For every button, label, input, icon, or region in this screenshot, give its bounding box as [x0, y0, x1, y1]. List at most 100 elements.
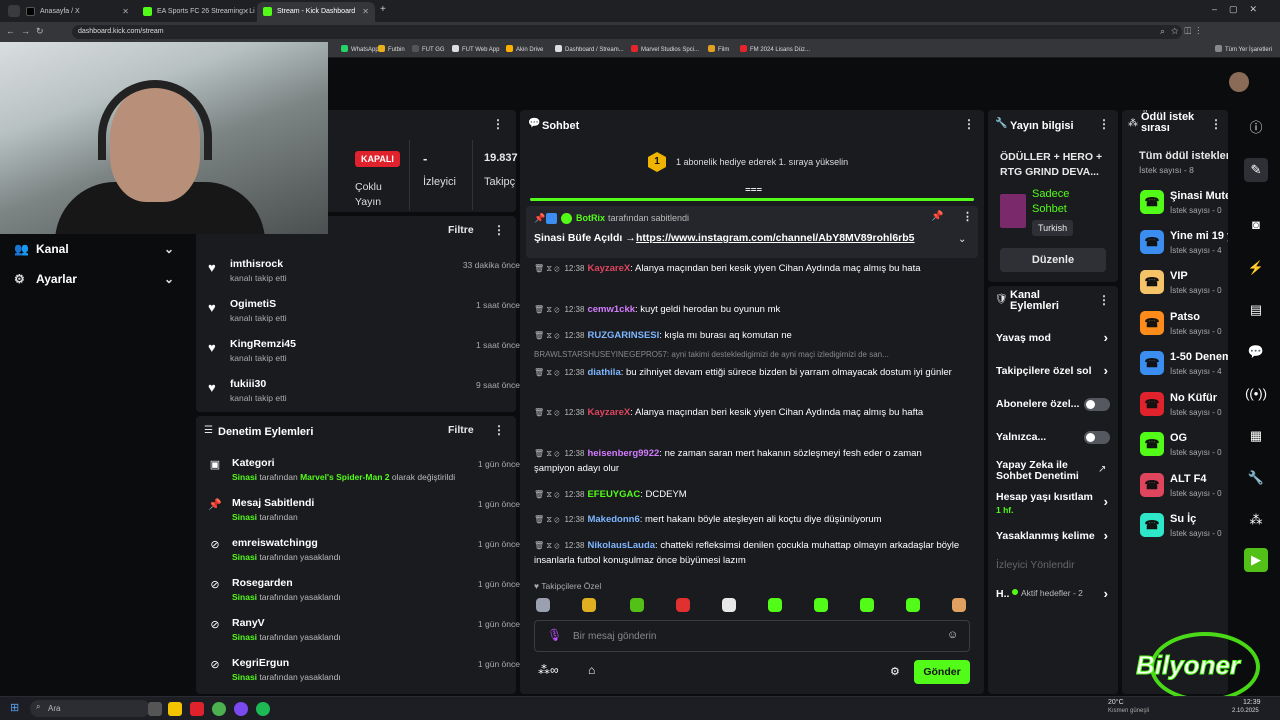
- chat-input[interactable]: 🎙 Bir mesaj gönderin ☺: [534, 620, 970, 652]
- chevron-down-icon[interactable]: ⌄: [958, 234, 966, 245]
- moderation-icons[interactable]: 🗑 ⧖ ⊘: [534, 264, 559, 273]
- tab-x[interactable]: Anasayfa / X ✕: [20, 2, 135, 22]
- layout-icon[interactable]: ▦: [1244, 424, 1268, 448]
- emote[interactable]: [860, 598, 874, 612]
- external-link-icon[interactable]: ↗: [1098, 464, 1106, 475]
- category-link[interactable]: Sadece Sohbet: [1032, 187, 1092, 217]
- document-icon[interactable]: ▤: [1244, 298, 1268, 322]
- bookmark-dashboard[interactable]: Dashboard / Stream...: [555, 45, 624, 53]
- pinned-link[interactable]: https://www.instagram.com/channel/AbY8MV…: [636, 232, 915, 244]
- moderation-icons[interactable]: 🗑 ⧖ ⊘: [534, 368, 559, 377]
- close-icon[interactable]: ✕: [362, 7, 369, 16]
- account-age-row[interactable]: Hesap yaşı kısıtlam: [996, 491, 1116, 503]
- spotify-icon[interactable]: [256, 702, 270, 716]
- emote[interactable]: [722, 598, 736, 612]
- bookmark-whatsapp[interactable]: WhatsApp: [341, 45, 379, 53]
- bookmark-marvel[interactable]: Marvel Studios Spci...: [631, 45, 699, 53]
- pencil-icon[interactable]: ✎: [1244, 158, 1268, 182]
- emote[interactable]: [906, 598, 920, 612]
- more-icon[interactable]: ⋮: [1210, 117, 1222, 131]
- more-icon[interactable]: ⋮: [962, 210, 973, 223]
- reward-item[interactable]: ☎ Su İç İstek sayısı - 0: [1140, 511, 1228, 547]
- more-icon[interactable]: ⋮: [492, 117, 504, 131]
- all-bookmarks[interactable]: Tüm Yer İşaretleri: [1215, 45, 1272, 53]
- chat-message[interactable]: 🗑 ⧖ ⊘ 12:38 heisenberg9922: ne zaman saran…: [534, 446, 960, 476]
- more-icon[interactable]: ⋮: [493, 223, 505, 237]
- avatar[interactable]: [1229, 72, 1249, 92]
- chat-message[interactable]: 🗑 ⧖ ⊘ 12:38 KayzareX: Alanya maçından beri…: [534, 261, 960, 276]
- unpin-icon[interactable]: 📌: [931, 211, 943, 222]
- reward-item[interactable]: ☎ Patso İstek sayısı - 0: [1140, 309, 1228, 345]
- moderation-icons[interactable]: 🗑 ⧖ ⊘: [534, 331, 559, 340]
- chat-message[interactable]: 🗑 ⧖ ⊘ 12:38 cemw1ckk: kuyt geldi herodan b…: [534, 302, 960, 317]
- points-icon[interactable]: ⁂: [1244, 508, 1268, 532]
- emote[interactable]: [676, 598, 690, 612]
- close-icon[interactable]: ✕: [242, 7, 249, 16]
- slow-mode-row[interactable]: Yavaş mod: [996, 332, 1116, 344]
- more-icon[interactable]: ⋮: [1098, 117, 1110, 131]
- moderation-icons[interactable]: 🗑 ⧖ ⊘: [534, 408, 559, 417]
- more-icon[interactable]: ⋮: [1098, 293, 1110, 307]
- collapse-icon[interactable]: ⩶: [745, 184, 762, 195]
- explorer-icon[interactable]: [168, 702, 182, 716]
- chat-message[interactable]: 🗑 ⧖ ⊘ 12:38 RUZGARINSESI: kışla mı burası …: [534, 328, 960, 343]
- reward-item[interactable]: ☎ ALT F4 İstek sayısı - 0: [1140, 471, 1228, 507]
- nav-kanal[interactable]: 👥 Kanal ⌄: [14, 242, 174, 256]
- close-icon[interactable]: ✕: [122, 7, 129, 16]
- moderation-icons[interactable]: 🗑 ⧖ ⊘: [534, 490, 559, 499]
- filter-button[interactable]: Filtre: [448, 424, 474, 436]
- taskbar-search[interactable]: Ara: [30, 700, 150, 717]
- reward-item[interactable]: ☎ 1-50 Denem İstek sayısı - 4: [1140, 349, 1228, 385]
- new-tab-button[interactable]: +: [380, 4, 386, 15]
- banned-words-row[interactable]: Yasaklanmış kelime: [996, 530, 1116, 542]
- info-icon[interactable]: ⓘ: [1244, 116, 1268, 140]
- nav-ayarlar[interactable]: ⚙ Ayarlar ⌄: [14, 272, 174, 286]
- store-icon[interactable]: ⌂: [588, 663, 595, 677]
- edit-button[interactable]: Düzenle: [1000, 248, 1106, 272]
- reward-item[interactable]: ☎ OG İstek sayısı - 0: [1140, 430, 1228, 466]
- url-input[interactable]: dashboard.kick.com/stream: [72, 25, 1182, 39]
- reward-item[interactable]: ☎ VIP İstek sayısı - 0: [1140, 268, 1228, 304]
- window-controls[interactable]: –▢✕: [1212, 4, 1269, 15]
- ai-moderation-row[interactable]: Yapay Zeka ile Sohbet Denetimi: [996, 460, 1096, 482]
- windows-start-icon[interactable]: ⊞: [10, 701, 19, 714]
- chrome-icon[interactable]: [212, 702, 226, 716]
- reward-item[interactable]: ☎ Şinasi Mute İstek sayısı - 0: [1140, 188, 1228, 224]
- chat-message[interactable]: 🗑 ⧖ ⊘ 12:38 diathila: bu zihniyet devam et…: [534, 365, 960, 380]
- emote-only-toggle[interactable]: [1084, 431, 1110, 444]
- more-icon[interactable]: ⋮: [963, 117, 975, 131]
- bookmark-fm2024[interactable]: FM 2024 Lisans Düz...: [740, 45, 810, 53]
- gear-icon[interactable]: ⚙: [890, 665, 900, 678]
- wrench-icon[interactable]: 🔧: [1244, 466, 1268, 490]
- chat-icon[interactable]: 💬: [1244, 340, 1268, 364]
- more-icon[interactable]: ⋮: [493, 423, 505, 437]
- emote[interactable]: [536, 598, 550, 612]
- emote[interactable]: [814, 598, 828, 612]
- bookmark-futbin[interactable]: Futbin: [378, 45, 405, 53]
- send-button[interactable]: Gönder: [914, 660, 970, 684]
- chat-message[interactable]: 🗑 ⧖ ⊘ 12:38 Makedonn6: mert hakanı böyle a…: [534, 512, 960, 527]
- tab-kick-dashboard[interactable]: Stream - Kick Dashboard ✕: [257, 2, 375, 22]
- browser-extension-icons[interactable]: ⌕☆◫⋮: [1160, 26, 1205, 37]
- moderation-icons[interactable]: 🗑 ⧖ ⊘: [534, 305, 559, 314]
- chat-message[interactable]: 🗑 ⧖ ⊘ 12:38 EFEUYGAC: DCDEYM: [534, 487, 960, 502]
- bookmark-film[interactable]: Film: [708, 45, 729, 53]
- app-icon[interactable]: [190, 702, 204, 716]
- emote[interactable]: [768, 598, 782, 612]
- bookmark-futwebapp[interactable]: FUT Web App: [452, 45, 499, 53]
- subscribers-only-toggle[interactable]: [1084, 398, 1110, 411]
- clock-time[interactable]: 12:39: [1243, 699, 1261, 706]
- nav-buttons[interactable]: ←→↻: [6, 26, 50, 37]
- points-icon[interactable]: ⁂∞: [538, 663, 559, 677]
- app-icon[interactable]: [234, 702, 248, 716]
- bookmark-akindrive[interactable]: Akin Drive: [506, 45, 543, 53]
- emote[interactable]: [582, 598, 596, 612]
- tab-kick-stream[interactable]: EA Sports FC 26 Streaming - Li ✕: [137, 2, 255, 22]
- followers-only-row[interactable]: Takipçilere özel sol: [996, 365, 1116, 377]
- category-thumbnail[interactable]: [1000, 194, 1026, 228]
- all-rewards-link[interactable]: Tüm ödül istekleri: [1139, 150, 1228, 162]
- moderation-icons[interactable]: 🗑 ⧖ ⊘: [534, 515, 559, 524]
- clip-icon[interactable]: ▶: [1244, 548, 1268, 572]
- moderation-icons[interactable]: 🗑 ⧖ ⊘: [534, 541, 559, 550]
- chat-message[interactable]: 🗑 ⧖ ⊘ 12:38 KayzareX: Alanya maçından beri…: [534, 405, 960, 420]
